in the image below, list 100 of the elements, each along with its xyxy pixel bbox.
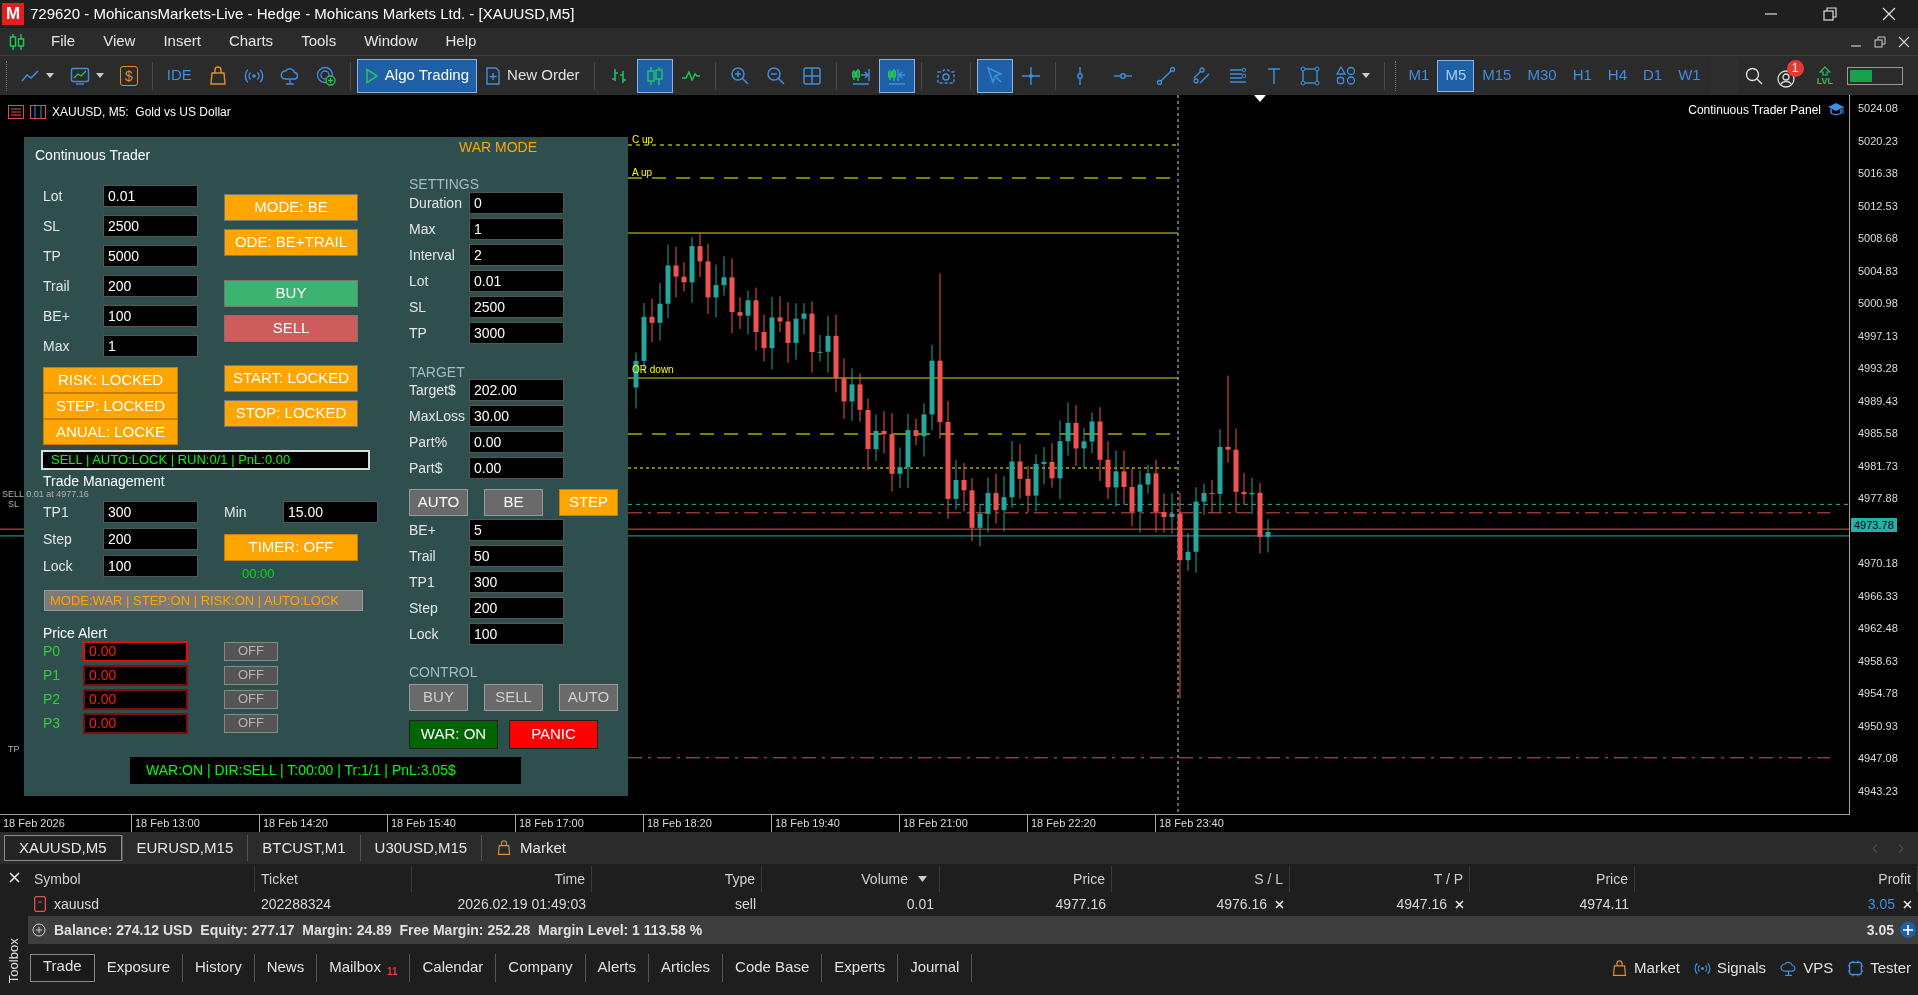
input-field[interactable]: 0.01 <box>469 270 564 292</box>
input-field[interactable]: 5 <box>469 519 564 541</box>
symbol-tab[interactable]: U30USD,M15 <box>359 835 482 861</box>
symbol-tab[interactable]: EURUSD,M15 <box>121 835 248 861</box>
bottom-tab[interactable]: Articles <box>648 954 724 982</box>
timeframe-button[interactable]: W1 <box>1670 59 1709 92</box>
column-header[interactable]: Time <box>554 868 585 890</box>
input-field[interactable]: 2500 <box>469 296 564 318</box>
close-icon[interactable] <box>1882 7 1896 21</box>
input-field[interactable]: 200 <box>103 528 198 550</box>
input-field[interactable]: 2500 <box>103 215 198 237</box>
input-field[interactable]: 200 <box>469 597 564 619</box>
list-icon[interactable] <box>8 105 24 119</box>
alert-toggle-button[interactable]: OFF <box>224 713 278 733</box>
input-field[interactable]: 2 <box>469 244 564 266</box>
restore-icon[interactable] <box>1874 35 1886 48</box>
timeframe-button[interactable]: M15 <box>1474 59 1520 92</box>
input-field[interactable]: 0.00 <box>469 431 564 453</box>
alert-price-field[interactable]: 0.00 <box>83 640 188 662</box>
control-action-button[interactable]: PANIC <box>509 720 598 749</box>
input-field[interactable]: 50 <box>469 545 564 567</box>
timeframe-button[interactable]: H1 <box>1564 59 1600 92</box>
alert-price-field[interactable]: 0.00 <box>83 664 188 686</box>
alert-toggle-button[interactable]: OFF <box>224 665 278 685</box>
expand-icon[interactable] <box>32 923 46 937</box>
control-action-button[interactable]: WAR: ON <box>409 720 498 749</box>
menu-item[interactable]: View <box>89 30 150 53</box>
search-icon[interactable] <box>1744 66 1763 85</box>
timeframe-button[interactable]: M5 <box>1437 59 1475 92</box>
input-field[interactable]: 300 <box>469 571 564 593</box>
mode-button[interactable]: BE <box>484 489 543 516</box>
timeframe-button[interactable]: M30 <box>1519 59 1565 92</box>
timeframe-button[interactable]: M1 <box>1400 59 1438 92</box>
input-field[interactable]: 1 <box>103 335 198 357</box>
column-header[interactable]: T / P <box>1433 868 1463 890</box>
column-header[interactable]: Volume <box>861 868 908 890</box>
timeframe-button[interactable]: H4 <box>1599 59 1635 92</box>
sort-caret-icon[interactable] <box>918 876 927 882</box>
ide-button[interactable]: IDE <box>158 58 200 93</box>
graduation-cap-icon[interactable] <box>1827 102 1845 118</box>
timeframe-button[interactable]: D1 <box>1635 59 1671 92</box>
bottom-tab[interactable]: Company <box>496 954 586 982</box>
column-header[interactable]: Ticket <box>261 868 298 890</box>
symbol-tab[interactable]: BTCUST,M1 <box>247 835 360 861</box>
input-field[interactable]: 0 <box>469 192 564 214</box>
bottom-tab[interactable]: History <box>183 954 255 982</box>
menu-item[interactable]: Help <box>431 30 491 53</box>
column-header[interactable]: Price <box>1596 868 1628 890</box>
symbol-tab[interactable]: XAUUSD,M5 <box>4 835 122 861</box>
input-field[interactable]: 100 <box>103 305 198 327</box>
bottom-tab[interactable]: Calendar <box>410 954 497 982</box>
algo-trading-button[interactable]: Algo Trading <box>356 58 478 93</box>
chart-shift-button[interactable] <box>878 58 915 93</box>
service-button[interactable]: Market <box>1604 956 1687 980</box>
column-header[interactable]: Profit <box>1878 868 1911 890</box>
bottom-tab[interactable]: Exposure <box>94 954 183 982</box>
menu-item[interactable]: File <box>37 30 90 53</box>
new-order-button[interactable]: New Order <box>477 58 588 93</box>
alert-price-field[interactable]: 0.00 <box>83 712 188 734</box>
bottom-tab[interactable]: Experts <box>822 954 899 982</box>
input-field[interactable]: 0.00 <box>469 457 564 479</box>
symbol-tab[interactable]: Market <box>481 835 580 861</box>
alert-toggle-button[interactable]: OFF <box>224 641 278 661</box>
mode-button[interactable]: AUTO <box>409 489 468 516</box>
action-button[interactable]: SELL <box>224 315 358 342</box>
candlestick-button[interactable] <box>636 58 673 93</box>
bottom-tab[interactable]: Journal <box>898 954 973 982</box>
input-field[interactable]: 30.00 <box>469 405 564 427</box>
bottom-tab[interactable]: News <box>254 954 318 982</box>
bottom-tab[interactable]: Code Base <box>723 954 823 982</box>
menu-item[interactable]: Insert <box>149 30 215 53</box>
input-field[interactable]: 1 <box>469 218 564 240</box>
alert-price-field[interactable]: 0.00 <box>83 688 188 710</box>
service-button[interactable]: VPS <box>1773 956 1841 980</box>
input-field[interactable]: 3000 <box>469 322 564 344</box>
column-header[interactable]: S / L <box>1254 868 1283 890</box>
chart-props-icon[interactable] <box>30 105 46 119</box>
bottom-tab[interactable]: Alerts <box>585 954 649 982</box>
input-field[interactable]: 200 <box>103 275 198 297</box>
column-header[interactable]: Type <box>724 868 755 890</box>
alert-toggle-button[interactable]: OFF <box>224 689 278 709</box>
service-button[interactable]: Signals <box>1686 956 1774 980</box>
menu-item[interactable]: Window <box>350 30 432 53</box>
service-button[interactable]: Tester <box>1840 956 1918 980</box>
menu-item[interactable]: Charts <box>214 30 288 53</box>
input-field[interactable]: 15.00 <box>283 501 378 523</box>
input-field[interactable]: 5000 <box>103 245 198 267</box>
restore-icon[interactable] <box>1823 7 1837 21</box>
cursor-button[interactable] <box>976 58 1013 93</box>
column-header[interactable]: Price <box>1073 868 1105 890</box>
bottom-tab[interactable]: Trade <box>30 954 95 982</box>
input-field[interactable]: 100 <box>103 555 198 577</box>
input-field[interactable]: 0.01 <box>103 185 198 207</box>
column-header[interactable]: Symbol <box>34 868 81 890</box>
input-field[interactable]: 100 <box>469 623 564 645</box>
menu-item[interactable]: Tools <box>287 30 351 53</box>
dollar-button[interactable]: $ <box>112 58 146 93</box>
input-field[interactable]: 202.00 <box>469 379 564 401</box>
add-icon[interactable] <box>1900 922 1916 938</box>
control-button[interactable]: BUY <box>409 684 468 711</box>
